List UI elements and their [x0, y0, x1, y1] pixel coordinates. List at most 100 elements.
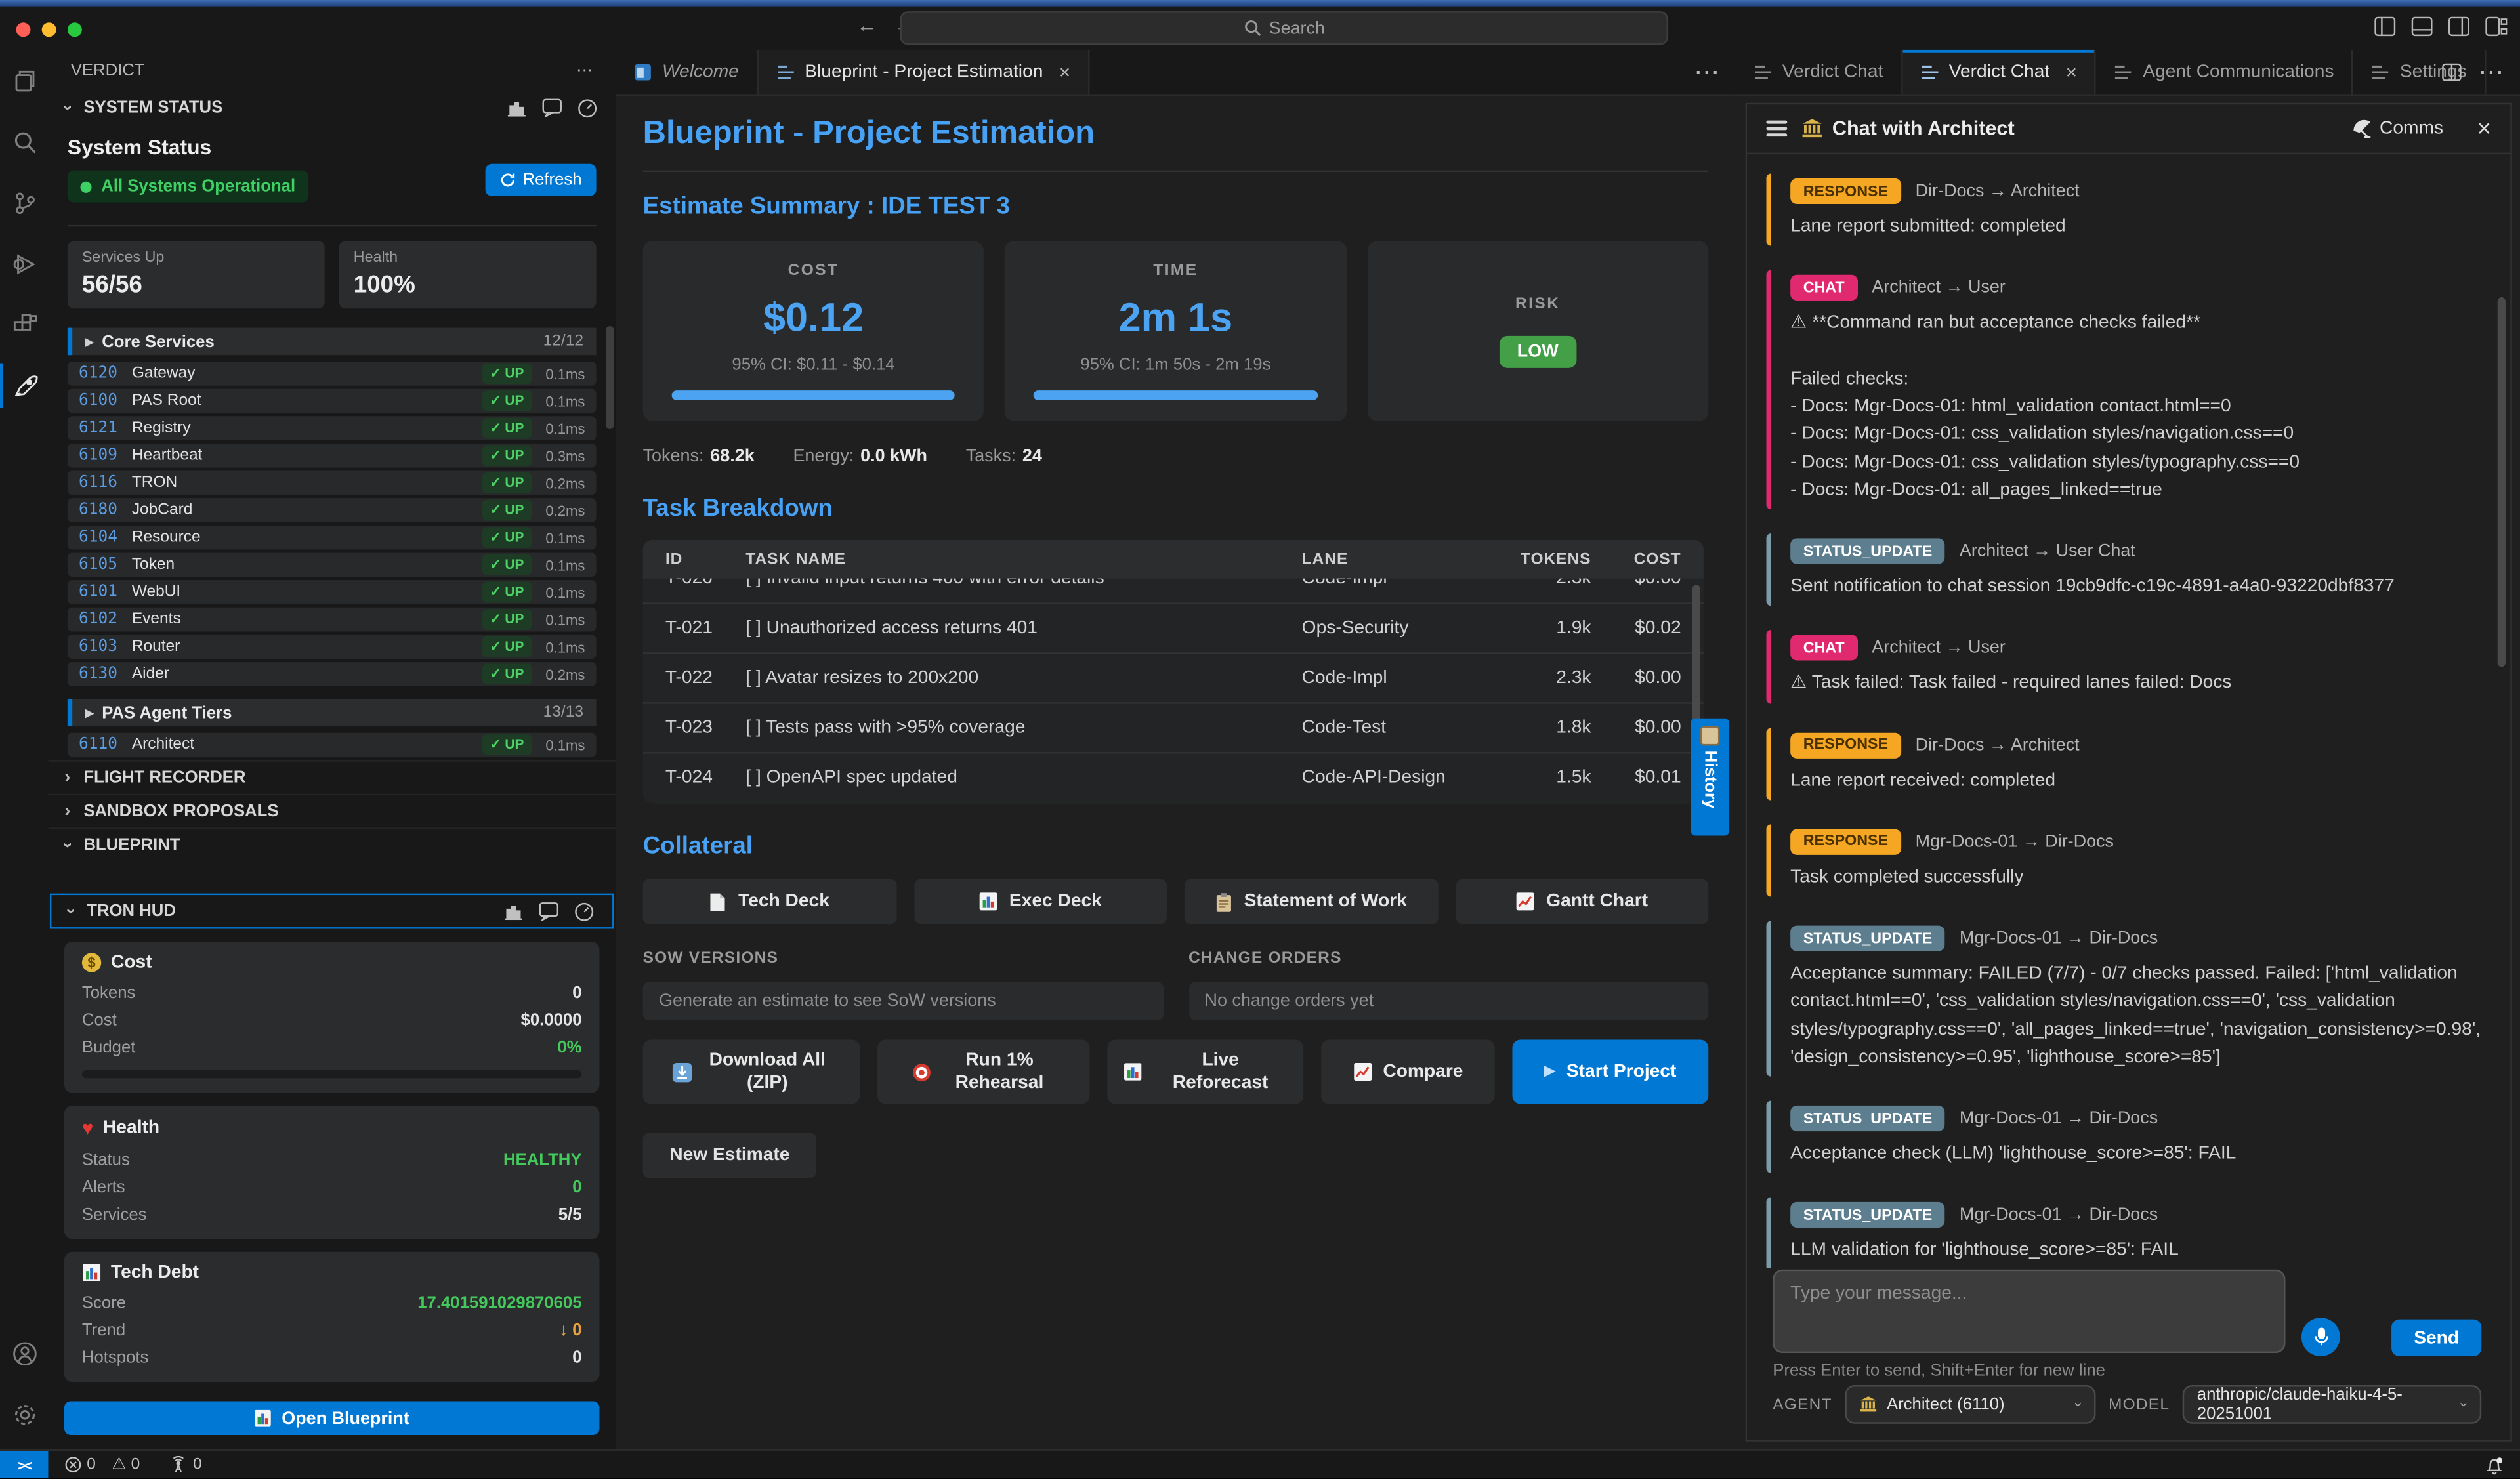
bar-chart-icon[interactable] — [503, 901, 524, 920]
zoom-window-button[interactable] — [68, 22, 82, 37]
section-tron-hud[interactable]: › TRON HUD — [50, 894, 614, 929]
compare-button[interactable]: Compare — [1321, 1039, 1494, 1104]
toggle-panel-icon[interactable] — [2410, 16, 2433, 37]
command-center-search[interactable]: Search — [900, 11, 1668, 45]
table-row[interactable]: T-022 [ ] Avatar resizes to 200x200 Code… — [643, 652, 1704, 702]
chat-message: STATUS_UPDATE Architect → User Chat Sent… — [1766, 533, 2481, 606]
chevron-right-icon: › — [60, 802, 75, 821]
change-orders-empty: No change orders yet — [1188, 982, 1708, 1020]
gauge-icon[interactable] — [577, 97, 598, 118]
source-control-icon[interactable] — [0, 172, 48, 233]
history-back-button[interactable]: ← — [856, 13, 877, 37]
settings-gear-icon[interactable] — [0, 1384, 48, 1445]
bell-icon[interactable] — [2485, 1455, 2504, 1474]
section-blueprint[interactable]: › BLUEPRINT — [48, 827, 615, 861]
table-scrollbar[interactable] — [1692, 585, 1700, 739]
list-tab-icon — [2114, 64, 2133, 80]
warnings-indicator[interactable]: ⚠ 0 — [112, 1456, 140, 1474]
section-sandbox-proposals[interactable]: › SANDBOX PROPOSALS — [48, 794, 615, 827]
message-input[interactable] — [1773, 1270, 2285, 1353]
service-row[interactable]: 6130 Aider ✓ UP 0.2ms — [68, 662, 597, 686]
tab-verdict-chat-2[interactable]: Verdict Chat × — [1902, 50, 2097, 95]
up-badge: ✓ UP — [482, 527, 532, 548]
service-row[interactable]: 6103 Router ✓ UP 0.1ms — [68, 635, 597, 659]
status-bar: >< 0 ⚠ 0 0 — [0, 1449, 2520, 1478]
task-table-body[interactable]: T-020 [ ] Invalid input returns 400 with… — [643, 579, 1704, 804]
start-project-button[interactable]: ▶ Start Project — [1512, 1039, 1708, 1104]
toggle-secondary-sidebar-icon[interactable] — [2448, 16, 2470, 37]
service-row[interactable]: 6101 WebUI ✓ UP 0.1ms — [68, 580, 597, 604]
chat-message-list[interactable]: RESPONSE Dir-Docs → Architect Lane repor… — [1763, 154, 2494, 1268]
up-badge: ✓ UP — [482, 500, 532, 521]
tech-deck-button[interactable]: Tech Deck — [643, 879, 896, 925]
search-sidebar-icon[interactable] — [0, 111, 48, 172]
service-row[interactable]: 6180 JobCard ✓ UP 0.2ms — [68, 498, 597, 522]
layout-customize-icon[interactable] — [2485, 16, 2507, 37]
gantt-chart-button[interactable]: Gantt Chart — [1456, 879, 1709, 925]
service-row[interactable]: 6120 Gateway ✓ UP 0.1ms — [68, 362, 597, 386]
service-row[interactable]: 6100 PAS Root ✓ UP 0.1ms — [68, 389, 597, 413]
service-row[interactable]: 6121 Registry ✓ UP 0.1ms — [68, 416, 597, 440]
history-tab[interactable]: History — [1690, 719, 1729, 836]
chat-scrollbar[interactable] — [2498, 297, 2506, 667]
service-row[interactable]: 6110 Architect ✓ UP 0.1ms — [68, 733, 597, 757]
refresh-button[interactable]: Refresh — [486, 164, 596, 196]
comment-icon[interactable] — [538, 901, 559, 920]
table-row[interactable]: T-021 [ ] Unauthorized access returns 40… — [643, 602, 1704, 652]
service-name: PAS Root — [132, 392, 482, 410]
editor-actions-more-icon[interactable]: ⋯ — [1694, 56, 1719, 89]
new-estimate-button[interactable]: New Estimate — [643, 1133, 816, 1178]
panel-more-icon[interactable]: ⋯ — [2478, 56, 2504, 89]
service-row[interactable]: 6105 Token ✓ UP 0.1ms — [68, 552, 597, 577]
table-row[interactable]: T-020 [ ] Invalid input returns 400 with… — [643, 579, 1704, 603]
table-row[interactable]: T-023 [ ] Tests pass with >95% coverage … — [643, 702, 1704, 752]
tab-verdict-chat-1[interactable]: Verdict Chat — [1736, 50, 1902, 95]
toggle-sidebar-icon[interactable] — [2374, 16, 2396, 37]
tab-welcome[interactable]: Welcome — [616, 50, 758, 95]
errors-indicator[interactable]: 0 — [64, 1456, 96, 1474]
menu-icon[interactable] — [1766, 121, 1787, 136]
gauge-icon[interactable] — [574, 901, 595, 922]
comment-icon[interactable] — [541, 97, 562, 116]
sidebar-more-icon[interactable]: ⋯ — [576, 61, 593, 80]
run-rehearsal-button[interactable]: Run 1% Rehearsal — [877, 1039, 1089, 1104]
split-editor-icon[interactable] — [2441, 63, 2462, 82]
section-flight-recorder[interactable]: › FLIGHT RECORDER — [48, 760, 615, 793]
sidebar-scrollbar[interactable] — [606, 326, 614, 429]
mic-button[interactable] — [2301, 1318, 2340, 1356]
minimize-window-button[interactable] — [42, 22, 56, 37]
extensions-icon[interactable] — [0, 294, 48, 355]
send-button[interactable]: Send — [2391, 1320, 2481, 1356]
explorer-icon[interactable] — [0, 50, 48, 111]
ports-indicator[interactable]: 0 — [169, 1456, 201, 1474]
open-blueprint-button[interactable]: Open Blueprint — [64, 1402, 600, 1435]
statement-of-work-button[interactable]: Statement of Work — [1185, 879, 1438, 925]
tab-blueprint-project-estimation[interactable]: Blueprint - Project Estimation × — [758, 50, 1089, 95]
exec-deck-button[interactable]: Exec Deck — [914, 879, 1167, 925]
comms-button[interactable]: Comms — [2351, 118, 2443, 139]
service-row[interactable]: 6104 Resource ✓ UP 0.1ms — [68, 526, 597, 550]
service-row[interactable]: 6109 Heartbeat ✓ UP 0.3ms — [68, 444, 597, 468]
agent-select[interactable]: Architect (6110) › — [1845, 1385, 2095, 1424]
download-all-button[interactable]: Download All (ZIP) — [643, 1039, 860, 1104]
section-system-status[interactable]: › SYSTEM STATUS — [48, 92, 615, 124]
close-window-button[interactable] — [16, 22, 30, 37]
group-core-services[interactable]: ▶ Core Services 12/12 — [68, 328, 597, 356]
close-icon[interactable]: × — [2477, 115, 2490, 142]
money-icon: $ — [82, 953, 101, 972]
service-row[interactable]: 6102 Events ✓ UP 0.1ms — [68, 608, 597, 632]
table-row[interactable]: T-024 [ ] OpenAPI spec updated Code-API-… — [643, 752, 1704, 802]
bar-chart-icon[interactable] — [506, 97, 527, 116]
verdict-rocket-icon[interactable] — [0, 355, 48, 416]
close-tab-icon[interactable]: × — [2066, 61, 2077, 83]
remote-indicator[interactable]: >< — [0, 1451, 48, 1478]
group-pas-agent-tiers[interactable]: ▶ PAS Agent Tiers 13/13 — [68, 699, 597, 726]
service-name: WebUI — [132, 583, 482, 601]
service-row[interactable]: 6116 TRON ✓ UP 0.2ms — [68, 471, 597, 495]
account-icon[interactable] — [0, 1323, 48, 1384]
run-debug-icon[interactable] — [0, 233, 48, 294]
live-reforecast-button[interactable]: Live Reforecast — [1107, 1039, 1303, 1104]
model-select[interactable]: anthropic/claude-haiku-4-5-20251001 › — [2183, 1385, 2481, 1424]
close-tab-icon[interactable]: × — [1059, 61, 1070, 83]
tab-agent-communications[interactable]: Agent Communications — [2096, 50, 2353, 95]
